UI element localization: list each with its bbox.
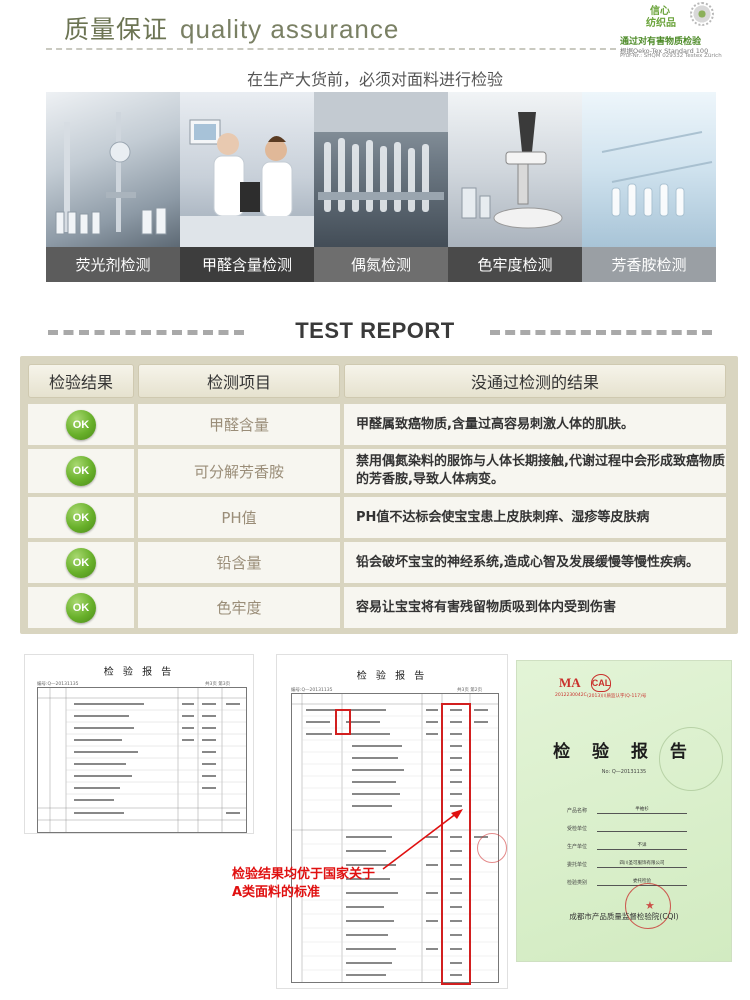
field-label: 检验类别 bbox=[567, 880, 588, 886]
page-header: 质量保证 quality assurance 信心 纺织品 通过对有害物质检验 根… bbox=[0, 0, 750, 62]
cover-report-number: No: Q—20131135 bbox=[601, 769, 647, 775]
consequence-cell: 容易让宝宝将有害残留物质吸到体内受到伤害 bbox=[344, 587, 726, 628]
cover-title: 检 验 报 告 bbox=[553, 742, 695, 762]
result-cell: OK bbox=[28, 497, 134, 538]
field-value: 半袖衫 bbox=[635, 807, 649, 812]
field-underline bbox=[597, 867, 687, 868]
test-item-cell: PH值 bbox=[138, 497, 340, 538]
field-label: 委托单位 bbox=[567, 862, 588, 868]
test-item-cell: 可分解芳香胺 bbox=[138, 449, 340, 493]
doc-table-grid bbox=[37, 687, 247, 833]
ok-check-icon: OK bbox=[66, 502, 96, 533]
test-label: 荧光剂检测 bbox=[46, 247, 180, 282]
table-row: OK 铅含量 铅会破坏宝宝的神经系统,造成心智及发展缓慢等慢性疾病。 bbox=[28, 542, 730, 585]
field-underline bbox=[597, 831, 687, 832]
consequence-cell: 禁用偶氮染料的服饰与人体长期接触,代谢过程中会形成致癌物质的芳香胺,导致人体病变… bbox=[344, 449, 726, 493]
cert-badge-line2: 纺织品 bbox=[646, 18, 676, 29]
consequence-cell: 甲醛属致癌物质,含量过高容易刺激人体的肌肤。 bbox=[344, 404, 726, 445]
field-value: 四川圣可服饰有限公司 bbox=[619, 861, 665, 866]
annotation-text: 检验结果均优于国家关于 A类面料的标准 bbox=[232, 866, 375, 902]
table-row: OK 色牢度 容易让宝宝将有害残留物质吸到体内受到伤害 bbox=[28, 587, 730, 630]
annotation-line-2: A类面料的标准 bbox=[232, 885, 321, 900]
cma-mark: MA bbox=[559, 675, 581, 690]
test-tubes-photo-icon bbox=[314, 92, 448, 247]
table-header: 检验结果 检测项目 没通过检测的结果 bbox=[28, 364, 730, 402]
test-label: 甲醛含量检测 bbox=[180, 247, 314, 282]
cal-mark-icon: CAL bbox=[591, 674, 611, 692]
intro-caption: 在生产大货前，必须对面料进行检验 bbox=[246, 70, 503, 89]
red-seal-stamp-icon bbox=[477, 833, 507, 863]
heading-dash-right bbox=[490, 330, 712, 335]
ok-check-icon: OK bbox=[66, 456, 96, 486]
scientist-microscope-photo-icon bbox=[180, 92, 314, 247]
oeko-tex-certification-logo: 信心 纺织品 通过对有害物质检验 根据Oeko-Tex Standard 100… bbox=[614, 2, 744, 62]
ok-check-icon: OK bbox=[66, 409, 96, 440]
doc-title: 检 验 报 告 bbox=[356, 671, 428, 682]
lab-test-photo-strip: 荧光剂检测 甲醛含量检测 偶氮检测 色牢度检测 芳香胺检测 bbox=[46, 92, 716, 282]
test-panel-formaldehyde: 甲醛含量检测 bbox=[180, 92, 314, 282]
cert-line-3: Prüf-Nr.: SHQM 029332 Testex Zürich bbox=[620, 53, 722, 59]
title-english: quality assurance bbox=[180, 14, 400, 44]
annotation-arrow-icon bbox=[382, 809, 463, 870]
field-label: 受检单位 bbox=[567, 826, 588, 832]
test-panel-color-fastness: 色牢度检测 bbox=[448, 92, 582, 282]
cal-number: (2013)川质监认字(Q-117)号 bbox=[587, 694, 647, 699]
ok-check-icon: OK bbox=[66, 592, 96, 623]
test-item-cell: 甲醛含量 bbox=[138, 404, 340, 445]
field-value: 不详 bbox=[637, 843, 647, 848]
inspection-report-page-3: 检 验 报 告 编号:Q—20131135 共3页 第3页 bbox=[24, 654, 254, 834]
page-title: 质量保证 quality assurance bbox=[64, 10, 399, 46]
header-divider bbox=[46, 48, 616, 50]
field-underline bbox=[597, 849, 687, 850]
doc-title: 检 验 报 告 bbox=[103, 667, 175, 678]
header-test-item: 检测项目 bbox=[138, 364, 340, 398]
consequence-cell: PH值不达标会使宝宝患上皮肤刺痒、湿疹等皮肤病 bbox=[344, 497, 726, 538]
highlight-box-left bbox=[335, 709, 351, 735]
test-report-heading-row: TEST REPORT bbox=[0, 318, 750, 344]
cma-number: 2012230042C bbox=[555, 693, 587, 698]
test-results-table: 检验结果 检测项目 没通过检测的结果 OK 甲醛含量 甲醛属致癌物质,含量过高容… bbox=[20, 356, 738, 634]
result-cell: OK bbox=[28, 542, 134, 583]
ok-check-icon: OK bbox=[66, 547, 96, 578]
title-chinese: 质量保证 bbox=[64, 15, 169, 44]
test-label: 色牢度检测 bbox=[448, 247, 582, 282]
annotation-line-1: 检验结果均优于国家关于 bbox=[232, 867, 376, 882]
inspection-report-cover: MA 2012230042C CAL (2013)川质监认字(Q-117)号 检… bbox=[516, 660, 732, 962]
result-cell: OK bbox=[28, 449, 134, 493]
result-cell: OK bbox=[28, 404, 134, 445]
field-label: 产品名称 bbox=[567, 808, 588, 814]
header-fail-consequence: 没通过检测的结果 bbox=[344, 364, 726, 398]
field-underline bbox=[597, 813, 687, 814]
daisy-flower-icon bbox=[690, 2, 714, 26]
inspection-report-page-2: 检 验 报 告 编号:Q—20131135 共3页 第2页 bbox=[276, 654, 508, 989]
consequence-cell: 铅会破坏宝宝的神经系统,造成心智及发展缓慢等慢性疾病。 bbox=[344, 542, 726, 583]
lab-glassware-photo-icon bbox=[46, 92, 180, 247]
header-result: 检验结果 bbox=[28, 364, 134, 398]
field-label: 生产单位 bbox=[567, 844, 588, 850]
test-panel-aromatic-amine: 芳香胺检测 bbox=[582, 92, 716, 282]
official-seal-stamp-icon: ★ bbox=[625, 883, 671, 929]
test-item-cell: 色牢度 bbox=[138, 587, 340, 628]
table-row: OK 可分解芳香胺 禁用偶氮染料的服饰与人体长期接触,代谢过程中会形成致癌物质的… bbox=[28, 449, 730, 495]
test-panel-azo: 偶氮检测 bbox=[314, 92, 448, 282]
test-item-cell: 铅含量 bbox=[138, 542, 340, 583]
table-row: OK 甲醛含量 甲醛属致癌物质,含量过高容易刺激人体的肌肤。 bbox=[28, 404, 730, 447]
test-label: 偶氮检测 bbox=[314, 247, 448, 282]
table-row: OK PH值 PH值不达标会使宝宝患上皮肤刺痒、湿疹等皮肤病 bbox=[28, 497, 730, 540]
result-cell: OK bbox=[28, 587, 134, 628]
pipette-lab-photo-icon bbox=[582, 92, 716, 247]
cert-badge: 信心 纺织品 bbox=[646, 2, 714, 32]
microscope-photo-icon bbox=[448, 92, 582, 247]
test-label: 芳香胺检测 bbox=[582, 247, 716, 282]
test-panel-fluorescent: 荧光剂检测 bbox=[46, 92, 180, 282]
testing-institution: 成都市产品质量监督检验院(CQI) bbox=[569, 912, 679, 921]
